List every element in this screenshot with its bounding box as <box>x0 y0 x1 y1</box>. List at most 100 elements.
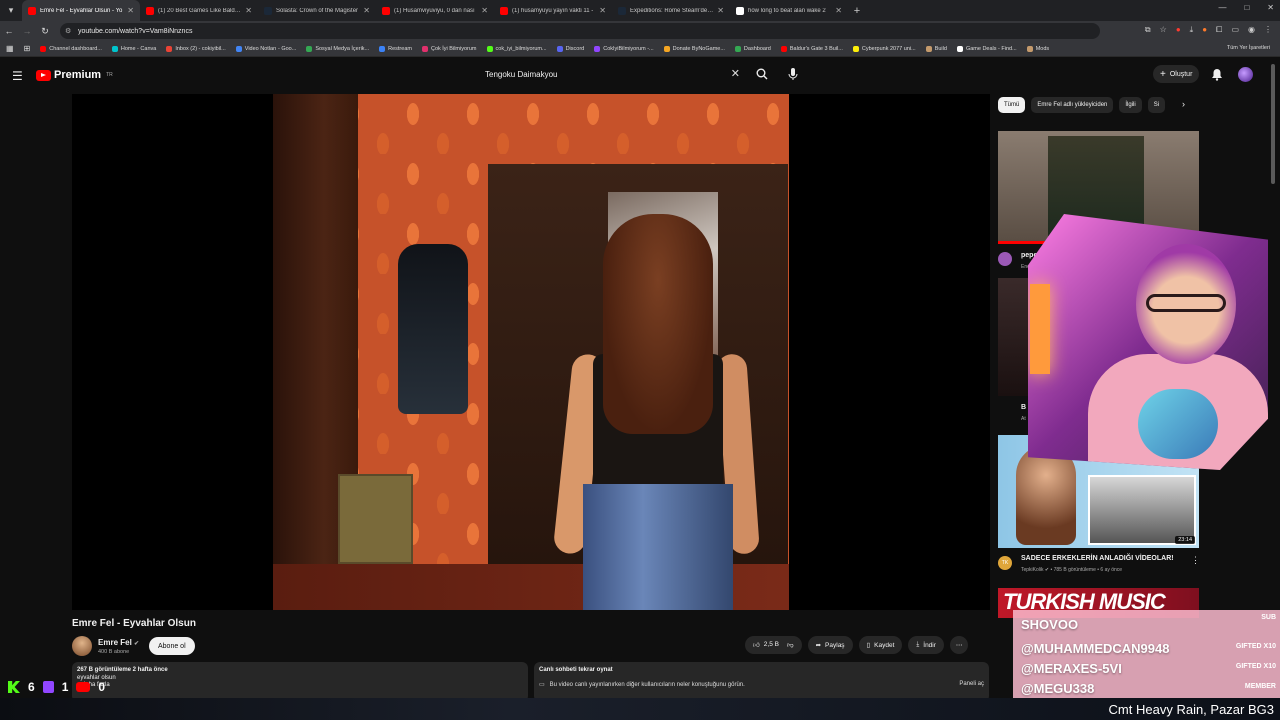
recommendation-menu-icon[interactable]: ⋮ <box>1191 555 1200 566</box>
download-button[interactable]: ⤓ İndir <box>908 636 944 654</box>
channel-avatar[interactable] <box>72 636 92 656</box>
grid-icon[interactable]: ⊞ <box>24 44 31 53</box>
bookmark-item[interactable]: Inbox (2) - cokiyibil... <box>166 45 226 52</box>
recommendation-title[interactable]: SADECE ERKEKLERİN ANLADIĞI VİDEOLAR! <box>1021 555 1174 562</box>
menu-kebab-icon[interactable]: ⋮ <box>1264 25 1272 35</box>
close-window-icon[interactable]: ✕ <box>1267 3 1274 12</box>
recommendation-stats: 785 B görüntüleme • 6 ay önce <box>1053 567 1123 573</box>
all-bookmarks-link[interactable]: Tüm Yer İşaretleri <box>1227 45 1270 51</box>
bookmark-item[interactable]: cok_iyi_bilmiyorum... <box>486 45 547 52</box>
bookmark-item[interactable]: CokIyiBilmiyorum -... <box>594 45 654 52</box>
filter-chip[interactable]: Emre Fel adlı yükleyiciden <box>1031 97 1114 113</box>
channel-name-link[interactable]: Emre Fel ✔ <box>98 638 139 647</box>
bookmark-label: Game Deals - Find... <box>965 45 1017 52</box>
browser-tab[interactable]: Emre Fel - Eyvahlar Olsun - Yo ✕ <box>22 0 140 21</box>
extension-icons: ⧉ ☆ ● ⤓ ● ⧠ ▭ ◉ ⋮ <box>1145 25 1272 35</box>
extension-orange-icon[interactable]: ● <box>1202 25 1207 35</box>
filter-chip[interactable]: Tümü <box>998 97 1026 113</box>
site-info-icon[interactable]: ⚙ <box>65 27 71 35</box>
close-tab-icon[interactable]: ✕ <box>127 6 134 15</box>
close-tab-icon[interactable]: ✕ <box>599 6 606 15</box>
minimize-icon[interactable]: — <box>1218 3 1226 12</box>
event-name: @MEGU338 <box>1021 681 1095 696</box>
bookmark-favicon-icon <box>663 45 670 52</box>
search-icon[interactable] <box>756 68 768 80</box>
bookmark-item[interactable]: Build <box>925 45 947 52</box>
notifications-bell-icon[interactable] <box>1211 68 1223 81</box>
bookmark-star-icon[interactable]: ☆ <box>1160 25 1167 35</box>
account-avatar[interactable] <box>1238 67 1253 82</box>
dislike-button[interactable]: 👎︎ <box>787 641 794 649</box>
share-button[interactable]: ➦ Paylaş <box>807 636 853 654</box>
browser-tab[interactable]: how long to beat alan wake 2 ✕ <box>730 0 848 21</box>
bookmark-item[interactable]: Video Notları - Goo... <box>235 45 296 52</box>
like-button[interactable]: 👍︎ 2,5 B <box>753 641 779 649</box>
apps-icon[interactable]: ▦ <box>6 44 14 53</box>
reload-icon[interactable]: ↻ <box>36 26 54 37</box>
save-button[interactable]: ▯ Kaydet <box>858 636 903 654</box>
browser-tab[interactable]: (1) Husamviyuviyu, 0 dan nası ✕ <box>376 0 494 21</box>
filter-chip[interactable]: İlgili <box>1119 97 1142 113</box>
bookmark-item[interactable]: Sosyal Medya İçerik... <box>306 45 369 52</box>
maximize-icon[interactable]: □ <box>1244 3 1249 12</box>
channel-avatar[interactable]: TK <box>998 556 1012 570</box>
bookmark-item[interactable]: Home - Canva <box>111 45 156 52</box>
close-tab-icon[interactable]: ✕ <box>245 6 252 15</box>
profile-avatar[interactable]: ◉ <box>1248 25 1255 35</box>
bookmark-favicon-icon <box>421 45 428 52</box>
open-panel-button[interactable]: Paneli aç <box>959 681 984 688</box>
description-box[interactable]: 267 B görüntüleme 2 hafta önce eyvahlar … <box>72 662 528 702</box>
browser-tab[interactable]: (1) 20 Best Games Like Baldur's ✕ <box>140 0 258 21</box>
subscribe-button[interactable]: Abone ol <box>149 637 195 655</box>
more-actions-button[interactable]: ⋯ <box>949 636 969 654</box>
close-tab-icon[interactable]: ✕ <box>481 6 488 15</box>
hamburger-menu-icon[interactable]: ☰ <box>12 69 23 83</box>
youtube-logo[interactable]: Premium TR <box>36 69 113 81</box>
event-name: @MUHAMMEDCAN9948 <box>1021 641 1170 656</box>
extensions-puzzle-icon[interactable]: ⧠ <box>1216 25 1222 35</box>
filter-chip[interactable]: Si <box>1147 97 1166 113</box>
extension-download-icon[interactable]: ⤓ <box>1190 25 1194 35</box>
browser-tab[interactable]: Solasta: Crown of the Magister ✕ <box>258 0 376 21</box>
bookmark-item[interactable]: Baldur's Gate 3 Buil... <box>780 45 843 52</box>
bookmark-item[interactable]: Çok İyi Bilmiyorum <box>421 45 477 52</box>
bookmark-label: Inbox (2) - cokiyibil... <box>175 45 226 52</box>
bookmark-item[interactable]: Channel dashboard... <box>40 45 102 52</box>
recommendation-title[interactable]: B <box>1021 404 1026 411</box>
bookmark-item[interactable]: Mods <box>1026 45 1049 52</box>
search-input[interactable]: Tengoku Daimakyou ✕ <box>476 63 776 86</box>
chevron-right-icon[interactable]: › <box>1182 99 1185 109</box>
tab-title: how long to beat alan wake 2 <box>748 7 826 14</box>
close-tab-icon[interactable]: ✕ <box>717 6 724 15</box>
bookmark-favicon-icon <box>1026 45 1033 52</box>
install-app-icon[interactable]: ⧉ <box>1145 25 1151 35</box>
page-scrollbar[interactable] <box>1270 62 1276 692</box>
show-more-link[interactable]: ...daha fazla <box>77 682 523 688</box>
extension-red-icon[interactable]: ● <box>1176 25 1181 35</box>
create-button[interactable]: + Oluştur <box>1153 65 1200 83</box>
tab-search-icon[interactable]: ▾ <box>0 0 22 21</box>
bookmark-item[interactable]: Discord <box>556 45 584 52</box>
bookmark-item[interactable]: Game Deals - Find... <box>956 45 1017 52</box>
sidebar-icon[interactable]: ▭ <box>1231 25 1239 35</box>
clear-search-icon[interactable]: ✕ <box>731 67 740 80</box>
back-icon[interactable]: ← <box>0 26 18 36</box>
close-tab-icon[interactable]: ✕ <box>835 6 842 15</box>
download-icon: ⤓ <box>916 641 920 648</box>
close-tab-icon[interactable]: ✕ <box>363 6 370 15</box>
video-frame[interactable] <box>273 94 789 610</box>
bookmark-item[interactable]: Dashboard <box>734 45 771 52</box>
url-field[interactable]: ⚙ youtube.com/watch?v=Vam8iNnzncs <box>60 23 1100 39</box>
bookmark-item[interactable]: Restream <box>379 45 412 52</box>
bookmark-item[interactable]: Cyberpunk 2077 uni... <box>852 45 916 52</box>
browser-tab[interactable]: (1) husamyuyu yayın vakti 11 - ✕ <box>494 0 612 21</box>
new-tab-button[interactable]: + <box>848 5 866 17</box>
recommendation-thumbnail[interactable] <box>998 278 1028 396</box>
channel-avatar[interactable] <box>998 252 1012 266</box>
browser-tab[interactable]: Expeditions: Rome Steam'de % ✕ <box>612 0 730 21</box>
bookmark-item[interactable]: Donate ByNoGame... <box>663 45 725 52</box>
forward-icon[interactable]: → <box>18 26 36 36</box>
description-text: eyvahlar olsun <box>77 675 116 681</box>
microphone-icon[interactable] <box>786 67 800 81</box>
tab-title: (1) 20 Best Games Like Baldur's <box>158 7 242 14</box>
